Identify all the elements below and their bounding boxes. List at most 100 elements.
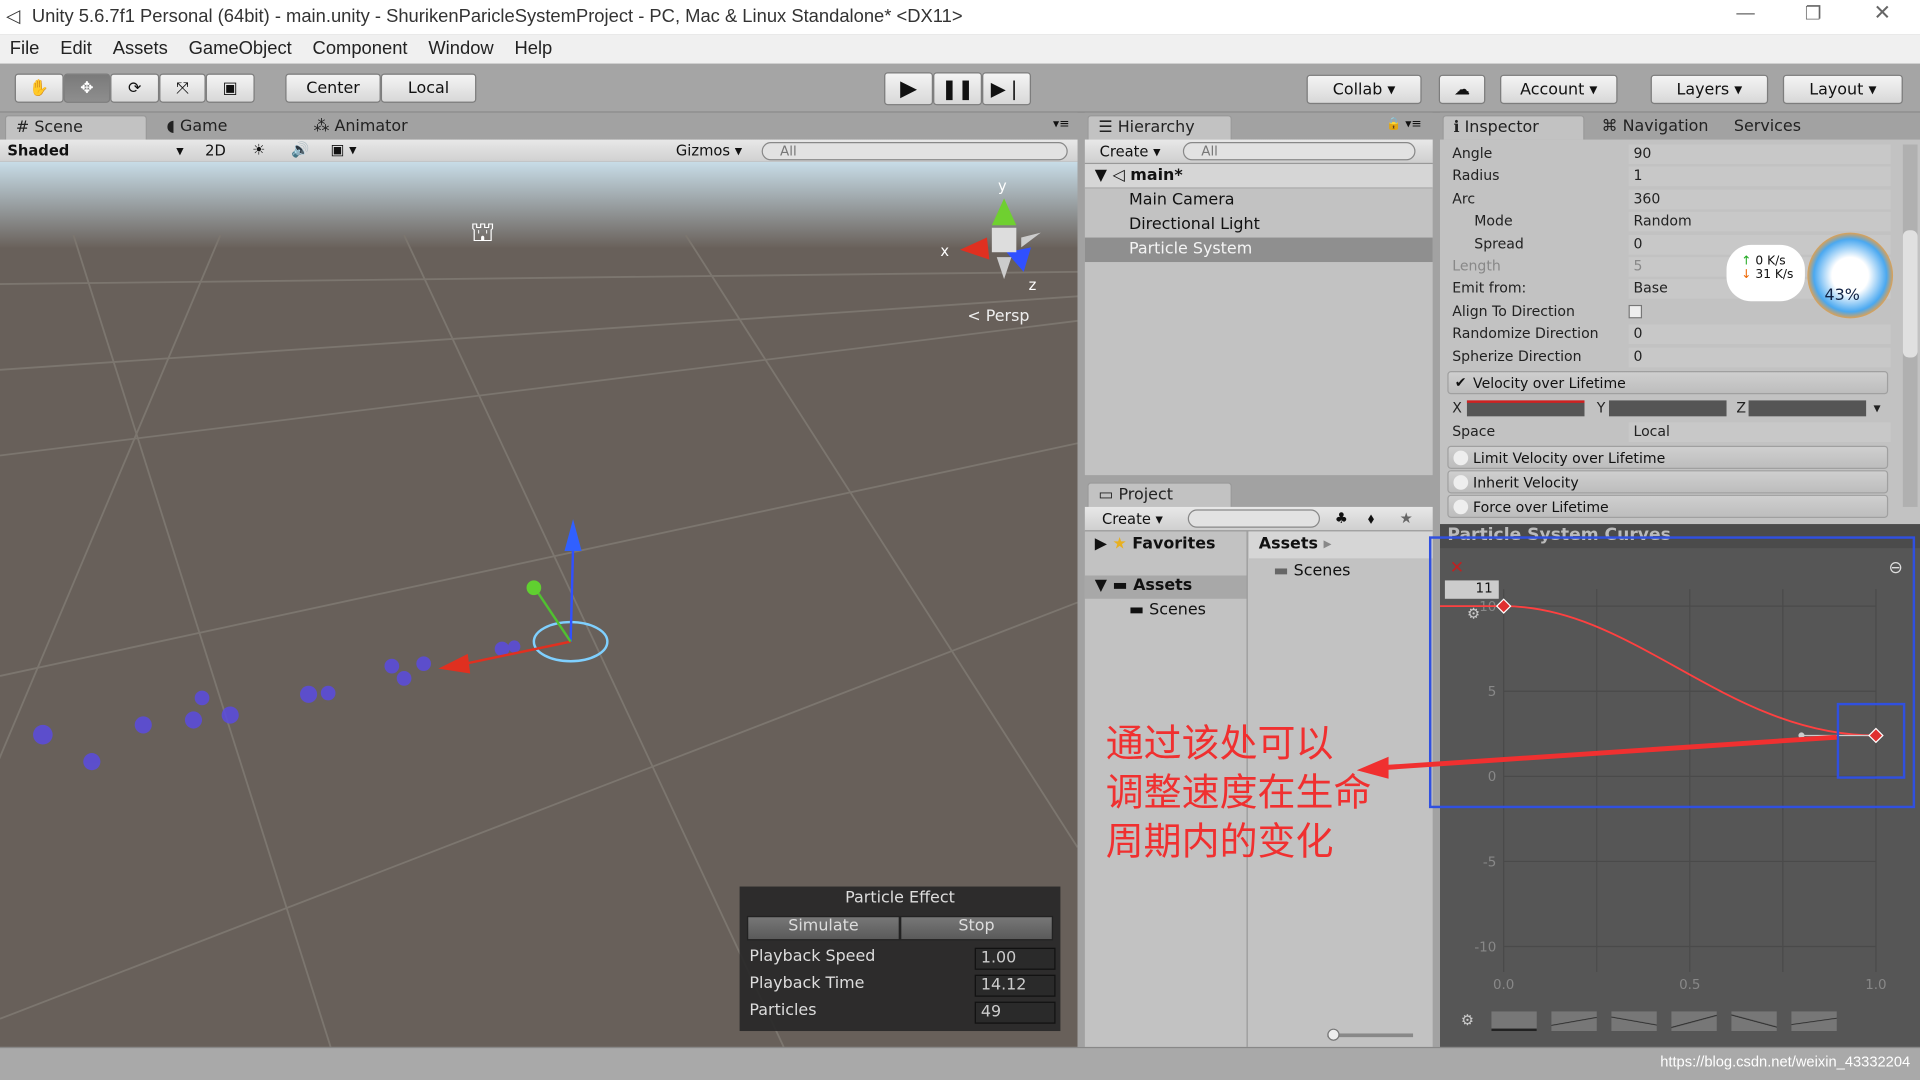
tab-project[interactable]: ▭ Project (1087, 482, 1232, 507)
scrollbar-thumb[interactable] (1902, 230, 1918, 358)
preset-ease-in[interactable] (1671, 1011, 1717, 1032)
play-button[interactable]: ▶ (884, 72, 934, 106)
row-value-field[interactable]: 0 (1628, 324, 1891, 345)
projection-label[interactable]: < Persp (967, 306, 1029, 325)
favorite-star-icon[interactable]: ★ (1400, 509, 1413, 526)
preset-ease-out[interactable] (1731, 1011, 1777, 1032)
tab-animator[interactable]: ⁂ Animator (304, 115, 418, 139)
gizmos-dropdown[interactable]: Gizmos ▾ (676, 142, 742, 159)
pivot-center-button[interactable]: Center (285, 73, 381, 103)
hierarchy-item[interactable]: Directional Light (1085, 213, 1433, 237)
pivot-local-button[interactable]: Local (380, 73, 477, 103)
2d-toggle[interactable]: 2D (198, 142, 232, 159)
module-enabled-checkbox[interactable]: ✔ (1455, 373, 1467, 390)
simulate-button[interactable]: Simulate (746, 915, 901, 941)
preset-linear-down[interactable] (1611, 1011, 1657, 1032)
scale-tool-button[interactable]: ⤧ (159, 73, 206, 103)
tab-scene[interactable]: # Scene (4, 115, 147, 140)
lighting-toggle-icon[interactable]: ☀ (252, 141, 265, 158)
panel-menu-icon[interactable]: ▾≡ (1053, 118, 1069, 131)
collab-button[interactable]: Collab ▾ (1306, 74, 1422, 105)
menu-assets[interactable]: Assets (113, 38, 168, 64)
module-toggle[interactable] (1453, 499, 1469, 515)
preset-constant[interactable] (1491, 1011, 1537, 1032)
hierarchy-create-button[interactable]: Create ▾ (1100, 143, 1161, 160)
scene-root-item[interactable]: ▼ ◁ main* (1084, 164, 1433, 189)
presets-gear-icon[interactable]: ⚙ (1461, 1011, 1474, 1028)
icon-size-slider[interactable] (1327, 1033, 1414, 1038)
hierarchy-item[interactable]: Main Camera (1085, 189, 1433, 213)
particles-row: Particles 49 (749, 1001, 1056, 1026)
icon-size-slider-thumb[interactable] (1327, 1028, 1340, 1041)
playback-speed-field[interactable]: 1.00 (974, 947, 1056, 970)
row-value-field[interactable]: 90 (1628, 144, 1891, 165)
filter-type-icon[interactable]: ♣ (1335, 509, 1348, 526)
step-button[interactable]: ▶❘ (982, 72, 1032, 106)
tab-services[interactable]: Services (1724, 115, 1811, 139)
camera-gizmo-icon[interactable]: ⛫ (470, 217, 495, 248)
tab-hierarchy[interactable]: ☰ Hierarchy (1087, 115, 1232, 140)
project-breadcrumb[interactable]: Assets ▸ (1248, 531, 1433, 559)
effects-toggle-icon[interactable]: ▣ ▾ (331, 141, 357, 158)
lock-icon[interactable]: 🔒 ▾≡ (1386, 118, 1422, 131)
project-create-button[interactable]: Create ▾ (1102, 511, 1163, 528)
z-curve-field[interactable] (1748, 400, 1867, 417)
menu-component[interactable]: Component (313, 38, 408, 64)
row-value-field[interactable]: 0 (1628, 347, 1891, 367)
assistant-ball-widget[interactable]: 43% (1807, 232, 1894, 319)
maximize-button[interactable]: ❐ (1805, 2, 1821, 25)
scene-search-input[interactable]: All (761, 142, 1068, 161)
preset-linear-up[interactable] (1551, 1011, 1597, 1032)
x-curve-field[interactable] (1466, 400, 1585, 417)
hierarchy-item-selected[interactable]: Particle System (1084, 237, 1433, 263)
module-toggle[interactable] (1453, 450, 1469, 466)
menu-file[interactable]: File (10, 38, 40, 64)
inherit-velocity-module[interactable]: Inherit Velocity (1447, 470, 1889, 494)
project-search-input[interactable] (1187, 509, 1321, 528)
menu-edit[interactable]: Edit (60, 38, 92, 64)
menu-gameobject[interactable]: GameObject (189, 38, 292, 64)
row-value-field[interactable]: Random (1628, 212, 1891, 232)
row-label: Length (1452, 257, 1501, 275)
chevron-down-icon[interactable]: ▾ (1873, 399, 1880, 416)
row-value-field[interactable]: 1 (1628, 167, 1891, 187)
velocity-over-lifetime-module[interactable]: ✔ Velocity over Lifetime (1447, 371, 1889, 395)
favorites-item[interactable]: ▶ ★ Favorites (1085, 531, 1247, 553)
close-button[interactable]: ✕ (1873, 1, 1890, 25)
stop-button[interactable]: Stop (900, 915, 1054, 941)
menu-window[interactable]: Window (428, 38, 493, 64)
row-value-field[interactable]: 360 (1628, 189, 1891, 210)
hierarchy-search-input[interactable]: All (1182, 142, 1416, 161)
inspector-scrollbar[interactable] (1902, 144, 1918, 507)
rotate-tool-button[interactable]: ⟳ (110, 73, 160, 103)
force-over-lifetime-module[interactable]: Force over Lifetime (1447, 494, 1889, 518)
assets-tree-item[interactable]: ▼ ▬ Assets (1084, 575, 1247, 599)
cloud-button[interactable]: ☁ (1438, 74, 1486, 105)
tab-navigation[interactable]: ⌘ Navigation (1592, 115, 1718, 139)
menu-help[interactable]: Help (514, 38, 552, 64)
layout-dropdown[interactable]: Layout ▾ (1782, 74, 1903, 105)
layers-dropdown[interactable]: Layers ▾ (1650, 74, 1769, 105)
y-curve-field[interactable] (1608, 400, 1727, 417)
tab-inspector[interactable]: ℹ Inspector (1442, 115, 1585, 140)
download-speed: 31 K/s (1755, 268, 1794, 282)
shading-mode-dropdown[interactable]: Shaded ▾ (7, 142, 186, 159)
hand-tool-button[interactable]: ✋ (14, 73, 64, 103)
pause-button[interactable]: ❚❚ (933, 72, 983, 106)
minimize-button[interactable]: — (1736, 2, 1754, 23)
filter-label-icon[interactable]: ⬧ (1368, 509, 1375, 527)
module-toggle[interactable] (1453, 475, 1469, 490)
project-toolbar: Create ▾ ♣ ⬧ ★ (1084, 506, 1433, 532)
tab-game[interactable]: ◖ Game (157, 115, 237, 139)
space-dropdown[interactable]: Local (1628, 422, 1891, 443)
align-checkbox[interactable] (1628, 304, 1643, 319)
rect-tool-button[interactable]: ▣ (205, 73, 255, 103)
audio-toggle-icon[interactable]: 🔊 (291, 141, 309, 158)
playback-time-field[interactable]: 14.12 (974, 974, 1056, 997)
account-dropdown[interactable]: Account ▾ (1500, 74, 1618, 105)
move-tool-button[interactable]: ✥ (63, 73, 111, 103)
scenes-folder[interactable]: ▬ Scenes (1273, 562, 1350, 580)
limit-velocity-module[interactable]: Limit Velocity over Lifetime (1447, 445, 1889, 469)
preset-smooth[interactable] (1791, 1011, 1837, 1032)
scenes-tree-item[interactable]: ▬ Scenes (1085, 599, 1247, 619)
